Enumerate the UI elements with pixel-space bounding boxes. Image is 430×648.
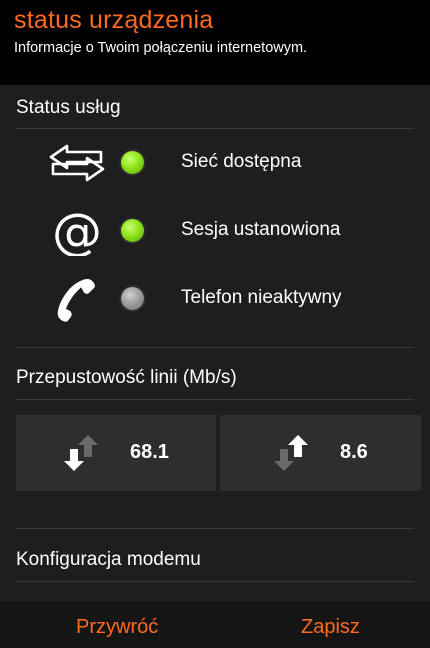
download-arrows-icon <box>60 431 104 475</box>
page-header: status urządzenia Informacje o Twoim poł… <box>0 0 430 85</box>
phone-handset-icon <box>44 274 110 324</box>
status-label-session: Sesja ustanowiona <box>181 219 341 240</box>
svg-text:@: @ <box>52 206 102 256</box>
action-bar: Przywróć Zapisz <box>0 602 430 648</box>
status-row-network: Sieć dostępna <box>0 138 430 188</box>
network-arrows-icon <box>44 138 110 188</box>
status-label-network: Sieć dostępna <box>181 151 302 172</box>
status-label-phone: Telefon nieaktywny <box>181 287 342 308</box>
upload-arrows-icon <box>270 431 314 475</box>
page-subtitle: Informacje o Twoim połączeniu internetow… <box>14 40 308 56</box>
status-led-network <box>121 151 144 174</box>
upload-value: 8.6 <box>340 441 368 463</box>
download-value: 68.1 <box>130 441 169 463</box>
bandwidth-heading: Przepustowość linii (Mb/s) <box>16 367 237 388</box>
divider <box>16 128 414 129</box>
status-led-session <box>121 219 144 242</box>
divider <box>16 528 414 529</box>
modem-config-heading[interactable]: Konfiguracja modemu <box>16 549 201 571</box>
upload-box: 8.6 <box>220 415 421 491</box>
status-row-phone: Telefon nieaktywny <box>0 274 430 324</box>
save-button[interactable]: Zapisz <box>301 616 360 639</box>
divider <box>16 581 414 582</box>
divider <box>16 347 414 348</box>
status-row-session: @ Sesja ustanowiona <box>0 206 430 256</box>
status-led-phone <box>121 287 144 310</box>
page-title: status urządzenia <box>14 6 214 34</box>
divider <box>16 399 414 400</box>
at-sign-icon: @ <box>44 206 110 256</box>
restore-button[interactable]: Przywróć <box>76 616 158 639</box>
service-status-heading: Status usług <box>16 97 121 118</box>
download-box: 68.1 <box>16 415 216 491</box>
